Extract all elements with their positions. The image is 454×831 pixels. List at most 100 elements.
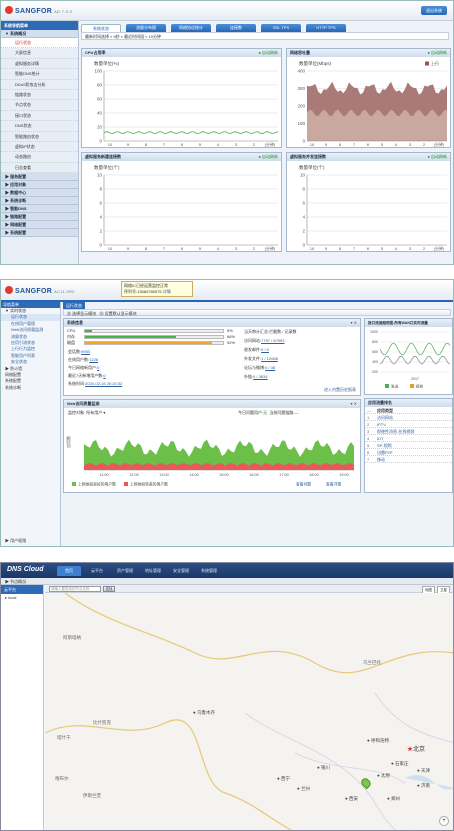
sidebar-item[interactable]: 智能路由状态	[1, 132, 78, 142]
box-controls[interactable]: ▾ ✕	[351, 319, 357, 327]
zoom-button[interactable]: +	[439, 816, 449, 826]
grid	[104, 70, 278, 128]
view-details-link[interactable]: 查看详情	[326, 482, 341, 487]
stat-value[interactable]: 9953	[81, 349, 90, 354]
sidebar-item[interactable]: DNS状态	[1, 121, 78, 132]
sidebar-group[interactable]: ▶ 数据中心	[1, 189, 78, 198]
x-tick: 5	[199, 246, 202, 251]
app-row[interactable]: 3 即使性消息-在线视频	[365, 428, 452, 435]
sidebar-item[interactable]: 系统诊断	[1, 385, 60, 391]
sidebar-item[interactable]: 虚拟IP状态	[1, 142, 78, 153]
x-tick: 4	[395, 246, 398, 251]
app-row[interactable]: 2 IPTV	[365, 421, 452, 428]
y-tick: 40	[97, 111, 103, 116]
auto-refresh-toggle[interactable]: ● 自动刷新	[427, 153, 447, 161]
y-ticks: 10 8 6 4 2 0	[97, 173, 103, 248]
sidebar-item[interactable]: 大屏信息	[1, 48, 78, 59]
concurrent-connections-box: 虚拟服务并发连接数 ● 自动刷新 数量单位(个) 10 8 6 4 2 0 10	[286, 152, 451, 252]
sidebar-group[interactable]: ▶ 系统配置	[1, 229, 78, 238]
sidebar-group[interactable]: ▶ 应用对象	[1, 181, 78, 190]
sidebar-item[interactable]: 节点状态	[1, 100, 78, 111]
y-tick: 2	[302, 229, 305, 234]
breadcrumb: 最新时间选择 » 5秒 » 最近时间段 » 10分钟	[81, 32, 449, 40]
map-canvas[interactable]: 阿斯塔纳 乌兰巴托 比什凯克 塔什干 喀布尔 伊斯兰堡 ● 乌鲁木齐 ● 呼和浩…	[45, 593, 453, 830]
logout-button[interactable]: 退出系统	[421, 6, 447, 15]
details-link[interactable]: 详情	[163, 289, 171, 294]
dns-cloud-logo: DNS Cloud	[7, 566, 44, 573]
view-problems-link[interactable]: 查看问题	[296, 482, 311, 487]
x-tick: 5	[381, 142, 384, 147]
stat-value[interactable]: 0	[97, 365, 99, 370]
sangfor-logo: SANGFOR AD 7.0.3	[5, 6, 72, 15]
app-row[interactable]: 5 SP-视频	[365, 442, 452, 449]
auto-refresh-toggle[interactable]: ● 自动刷新	[258, 49, 278, 57]
y-tick: 0	[99, 243, 102, 248]
stat-value[interactable]: 2020-02-15 20:20:32	[85, 381, 122, 386]
tab-connections[interactable]: 连接数	[216, 24, 256, 32]
tab-run-status[interactable]: 运行状态	[63, 302, 85, 309]
wan-flow-chart: 1000 800 600 400 200 2017 发送 接收	[370, 330, 451, 389]
app-row[interactable]: 6 迅雷P2P	[365, 449, 452, 456]
search-button[interactable]: 查找	[103, 586, 115, 592]
nav-system[interactable]: 系统管理	[197, 566, 221, 576]
default-modules-button[interactable]: ▦ 设置默认显示模块	[99, 311, 136, 316]
tab-ssl-tps[interactable]: SSL TPS	[261, 24, 301, 32]
sidebar-group[interactable]: ▶ 系统诊断	[1, 197, 78, 206]
sidebar-item[interactable]: 链路状态	[1, 90, 78, 101]
toolbar-label: 选择显示模块	[72, 311, 97, 316]
sidebar-item[interactable]: 日志查看	[1, 163, 78, 174]
tab-system-status[interactable]: 系统状态	[81, 24, 121, 32]
sidebar-group[interactable]: ▶ 网络配置	[1, 221, 78, 230]
sidebar-item-permissions[interactable]: ▶ 用户权限	[1, 538, 26, 544]
x-tick: 6	[181, 142, 184, 147]
y-tick: 100	[94, 69, 102, 74]
auto-refresh-toggle[interactable]: ● 自动刷新	[427, 49, 447, 57]
audit-value[interactable]: 0 / 3834	[253, 374, 267, 379]
app-name: IPTV	[377, 422, 386, 427]
history-report-link[interactable]: 进入内置历史报表	[324, 387, 356, 393]
sidebar-item[interactable]: 运行状态	[1, 38, 78, 49]
sidebar-group[interactable]: ▶ 智能DNS	[1, 205, 78, 214]
x-tick: 9	[127, 142, 130, 147]
audit-value[interactable]: 7797 / 67993	[261, 338, 284, 343]
tab-protocol[interactable]: 网络协议统计	[171, 24, 211, 32]
sidebar-group[interactable]: ▼ 系统概况	[1, 30, 78, 38]
app-row[interactable]: 7 移动	[365, 456, 452, 463]
audit-value[interactable]: 0 / 38	[265, 365, 275, 370]
select-modules-button[interactable]: ▦ 选择显示模块	[67, 311, 96, 316]
app-row[interactable]: 1 访问网站	[365, 414, 452, 421]
stat-value[interactable]: 1226	[89, 357, 98, 362]
ac-console-panel: SANGFOR AC11.9R0 网络IC已经运营监控正常 序列号:1358478…	[0, 279, 454, 547]
y-tick: 0	[302, 139, 305, 144]
nav-security[interactable]: 安全管理	[169, 566, 193, 576]
tree-item-local[interactable]: ▸ local	[1, 594, 43, 602]
nav-home[interactable]: 首页	[57, 566, 81, 576]
city-name: 银川	[320, 765, 330, 770]
capital-marker: ★北京	[407, 744, 425, 753]
audit-value[interactable]: 0 / 0	[261, 347, 269, 352]
sidebar-item[interactable]: 动态路由	[1, 152, 78, 163]
nav-cloud[interactable]: 云平台	[85, 566, 109, 576]
box-controls[interactable]: ▾ ✕	[351, 400, 357, 408]
sidebar-item[interactable]: 虚拟服务详情	[1, 59, 78, 70]
nav-assets[interactable]: 资产管理	[113, 566, 137, 576]
stat-value[interactable]: 0	[103, 373, 105, 378]
sidebar-group[interactable]: ▶ 服务配置	[1, 173, 78, 182]
app-row[interactable]: 4 IDT	[365, 435, 452, 442]
box-title: Web访问质量监测 ▾ ✕	[64, 400, 360, 408]
sidebar-item[interactable]: 智能DNS统计	[1, 69, 78, 80]
x-tick: 9	[325, 142, 328, 147]
node-search-input[interactable]: 请输入要查找的节点名称	[49, 586, 101, 592]
sidebar-item[interactable]: DDoS防攻击分析	[1, 80, 78, 90]
tab-http-tps[interactable]: HTTP TPS	[306, 24, 346, 32]
tab-traffic[interactable]: 流量分布图	[126, 24, 166, 32]
sidebar-item[interactable]: 接口状态	[1, 111, 78, 122]
sidebar-group[interactable]: ▶ 链路配置	[1, 213, 78, 222]
map-label: 伊斯兰堡	[83, 793, 101, 798]
nav-address[interactable]: 地址管理	[141, 566, 165, 576]
audit-value[interactable]: 1 / 12088	[261, 356, 278, 361]
x-ticks: 10 9 8 7 6 5 4 3 2 (分钟)	[108, 141, 276, 147]
monitor-value[interactable]: 所有用户	[86, 410, 102, 415]
auto-refresh-toggle[interactable]: ● 自动刷新	[258, 153, 278, 161]
audit-value[interactable]: 拦截数 / 记录数	[269, 329, 296, 334]
